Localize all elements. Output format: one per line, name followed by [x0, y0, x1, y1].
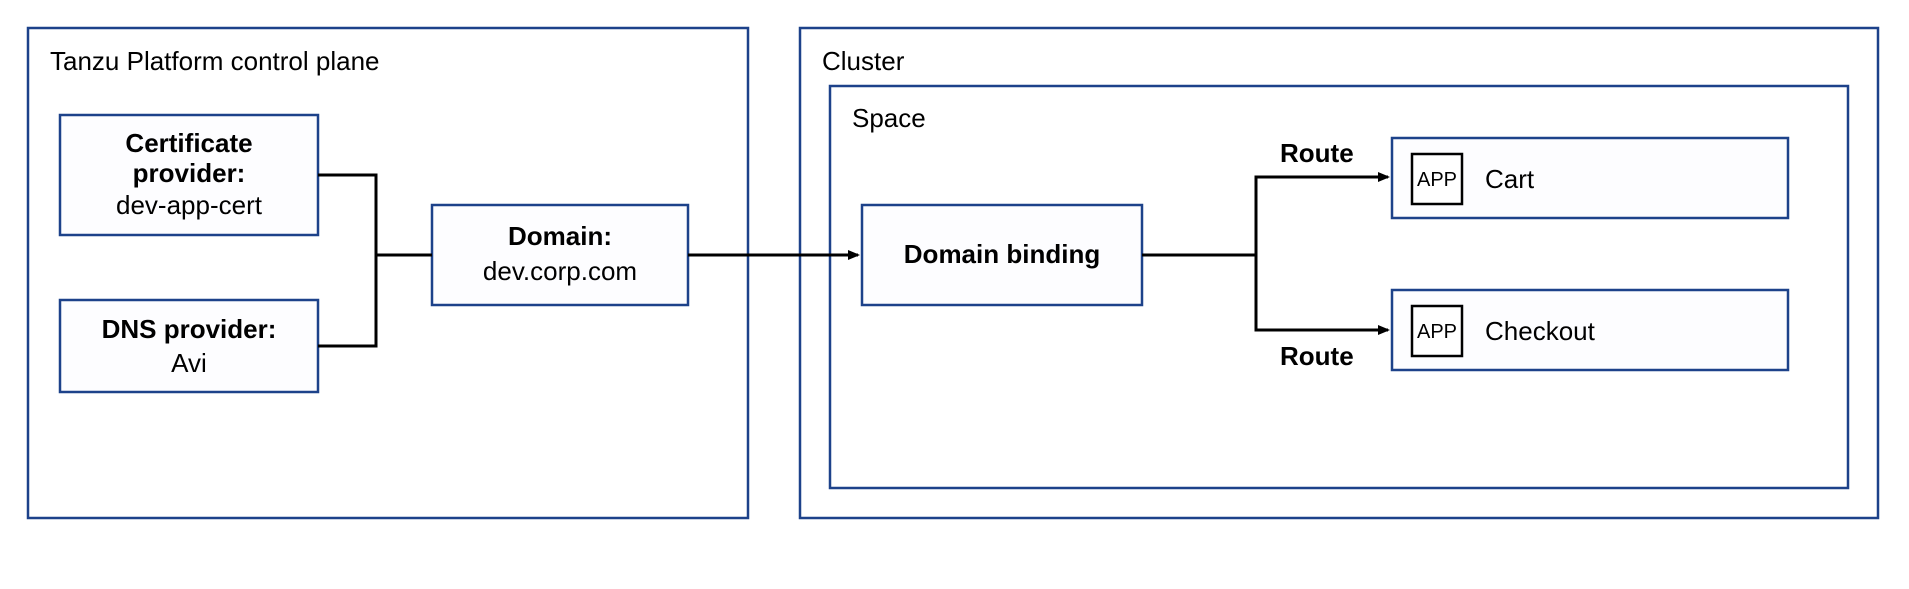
- cluster-container: Cluster Space Domain binding APP Cart AP: [800, 28, 1878, 518]
- domain-label: Domain:: [508, 221, 612, 251]
- cert-provider-node: Certificate provider: dev-app-cert: [60, 115, 318, 235]
- app-cart-node: APP Cart: [1392, 138, 1788, 218]
- app-cart-label: Cart: [1485, 164, 1535, 194]
- domain-binding-label: Domain binding: [904, 239, 1100, 269]
- app-checkout-node: APP Checkout: [1392, 290, 1788, 370]
- dns-provider-node: DNS provider: Avi: [60, 300, 318, 392]
- domain-node: Domain: dev.corp.com: [432, 205, 688, 305]
- space-title: Space: [852, 103, 926, 133]
- app-badge-cart: APP: [1417, 169, 1457, 191]
- cert-provider-label-2: provider:: [133, 158, 246, 188]
- cert-provider-label-1: Certificate: [125, 128, 252, 158]
- app-checkout-label: Checkout: [1485, 316, 1596, 346]
- cert-provider-value: dev-app-cert: [116, 190, 263, 220]
- route-label-top: Route: [1280, 138, 1354, 168]
- app-badge-checkout: APP: [1417, 321, 1457, 343]
- cluster-title: Cluster: [822, 46, 905, 76]
- route-label-bottom: Route: [1280, 341, 1354, 371]
- domain-value: dev.corp.com: [483, 256, 637, 286]
- control-plane-title: Tanzu Platform control plane: [50, 46, 380, 76]
- space-container: Space Domain binding APP Cart APP Checko…: [830, 86, 1848, 488]
- dns-provider-label: DNS provider:: [102, 314, 277, 344]
- domain-binding-node: Domain binding: [862, 205, 1142, 305]
- dns-provider-value: Avi: [171, 348, 207, 378]
- control-plane-container: Tanzu Platform control plane Certificate…: [28, 28, 748, 518]
